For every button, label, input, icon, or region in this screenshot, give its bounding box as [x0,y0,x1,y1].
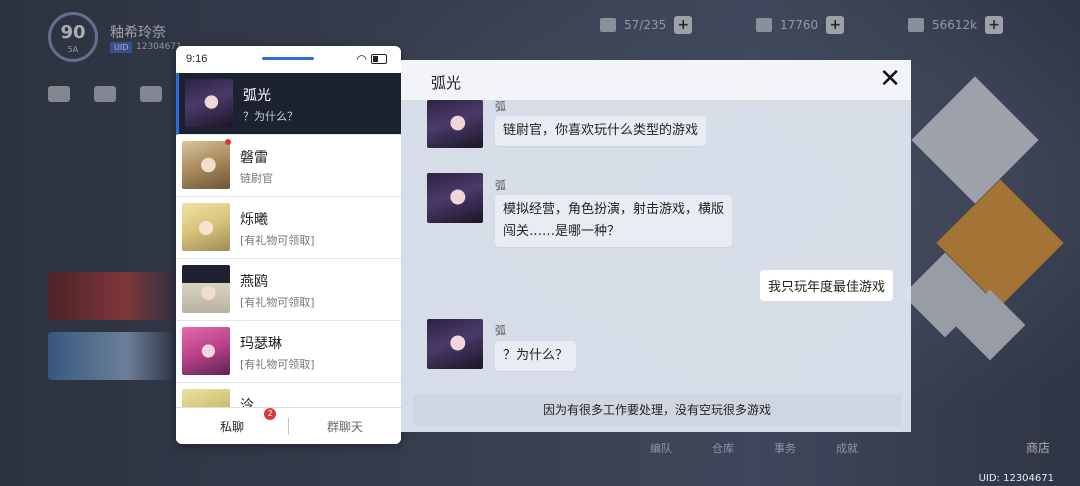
message-sent: 我只玩年度最佳游戏 [759,270,893,301]
message-bubble: 模拟经营，角色扮演，射击游戏，横版 闯关……是哪一种？ [495,195,733,247]
tab-private-chat[interactable]: 私聊 2 [176,407,288,435]
contact-last-message: [有礼物可领取] [240,358,315,371]
contact-item-leng[interactable]: 泠 [176,383,401,409]
avatar [427,100,483,148]
phone-status-bar: 9:16 ◠ [176,46,401,72]
message-bubble: 链尉官，你喜欢玩什么类型的游戏 [495,116,707,146]
chat-header: 弧光 ✕ [401,60,911,100]
close-icon[interactable]: ✕ [879,64,901,94]
phone-panel: 9:16 ◠ 弧光 ？为什么？ 磐雷 链尉官 烁曦 [有礼物可领取] 燕鸥 [有… [176,46,401,444]
reply-option-button[interactable]: 因为有很多工作要处理，没有空玩很多游戏 [413,394,901,426]
contact-item-masailin[interactable]: 玛瑟琳 [有礼物可领取] [176,321,401,383]
contact-item-yanou[interactable]: 燕鸥 [有礼物可领取] [176,259,401,321]
contact-name: 烁曦 [240,212,268,228]
avatar [182,265,230,313]
unread-badge: 2 [264,407,276,420]
notification-dot [225,139,231,145]
contact-item-panlei[interactable]: 磐雷 链尉官 [176,135,401,197]
chat-panel: 弧光 ✕ 弧光 链尉官，你喜欢玩什么类型的游戏 弧光 模拟经营，角色扮演，射击游… [401,60,911,432]
contact-name: 玛瑟琳 [240,336,282,352]
contact-last-message: [有礼物可领取] [240,296,315,309]
contact-last-message: ？为什么？ [243,110,298,123]
tab-group-chat[interactable]: 群聊天 [288,417,401,435]
message-text-line: 闯关……是哪一种？ [503,224,621,239]
avatar [182,327,230,375]
chat-title: 弧光 [431,74,462,92]
avatar [427,173,483,223]
status-pill [262,57,314,60]
message-bubble: ？为什么？ [495,341,577,371]
contact-last-message: 链尉官 [240,172,273,185]
contact-item-hongguang[interactable]: 弧光 ？为什么？ [176,73,401,135]
avatar [185,79,233,127]
message-text-line: 模拟经营，角色扮演，射击游戏，横版 [503,202,725,217]
wifi-icon: ◠ [356,52,367,66]
battery-icon [371,54,387,64]
contact-list[interactable]: 弧光 ？为什么？ 磐雷 链尉官 烁曦 [有礼物可领取] 燕鸥 [有礼物可领取] … [176,73,401,409]
avatar [182,141,230,189]
contact-name: 弧光 [243,88,271,104]
contact-name: 磐雷 [240,150,268,166]
avatar [427,319,483,369]
avatar [182,203,230,251]
uid-label: UID: 12304671 [978,473,1054,484]
phone-time: 9:16 [186,53,208,65]
message-list[interactable]: 弧光 链尉官，你喜欢玩什么类型的游戏 弧光 模拟经营，角色扮演，射击游戏，横版 … [401,100,911,388]
tab-group-label: 群聊天 [326,419,363,434]
contact-name: 燕鸥 [240,274,268,290]
contact-item-shuoxi[interactable]: 烁曦 [有礼物可领取] [176,197,401,259]
avatar [182,389,230,409]
phone-tab-bar: 私聊 2 群聊天 [176,407,401,444]
contact-last-message: [有礼物可领取] [240,234,315,247]
tab-private-label: 私聊 [219,419,244,434]
